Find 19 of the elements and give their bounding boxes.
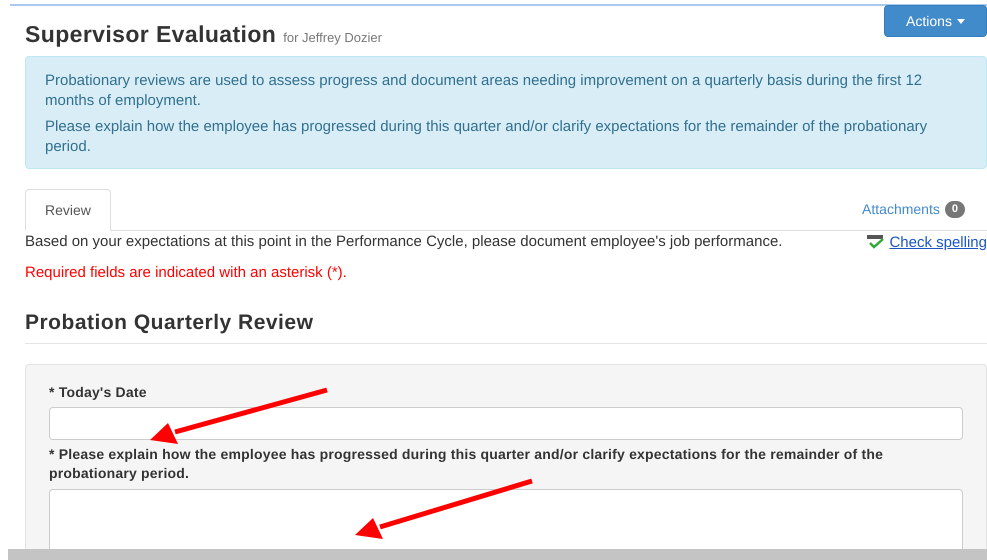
section-heading: Probation Quarterly Review	[25, 310, 987, 344]
count-badge: 0	[944, 200, 965, 218]
page-title: Supervisor Evaluation	[25, 20, 276, 48]
tab[interactable]: Attachments 0	[840, 188, 987, 230]
spellcheck-icon	[866, 235, 886, 249]
check-spelling-link[interactable]: Check spelling	[866, 232, 987, 254]
tab[interactable]: Review	[25, 189, 111, 231]
info-text: Probationary reviews are used to assess progress and document areas needing improvement on a quarterly basis during the first 12 months of employment.	[45, 71, 924, 111]
field-label: * Please explain how the employee has progressed during this quarter and/or clarify expectations for the remainder of the probationary period.	[49, 444, 884, 482]
scrollbar[interactable]	[8, 549, 987, 560]
actions-button[interactable]: Actions	[884, 5, 987, 37]
required-note: Required fields are indicated with an asterisk (*).	[25, 262, 348, 282]
input-field[interactable]	[49, 406, 963, 440]
instructions-text: Based on your expectations at this point in the Performance Cycle, please document employee's job performance.	[25, 232, 784, 252]
field-label: * Today's Date	[49, 382, 148, 402]
caret-icon	[956, 18, 965, 24]
info-text: Please explain how the employee has progressed during this quarter and/or clarify expectations for the remainder of the probationary period.	[45, 117, 928, 157]
employee-name: for Jeffrey Dozier	[283, 29, 382, 47]
text-area[interactable]	[49, 488, 963, 549]
